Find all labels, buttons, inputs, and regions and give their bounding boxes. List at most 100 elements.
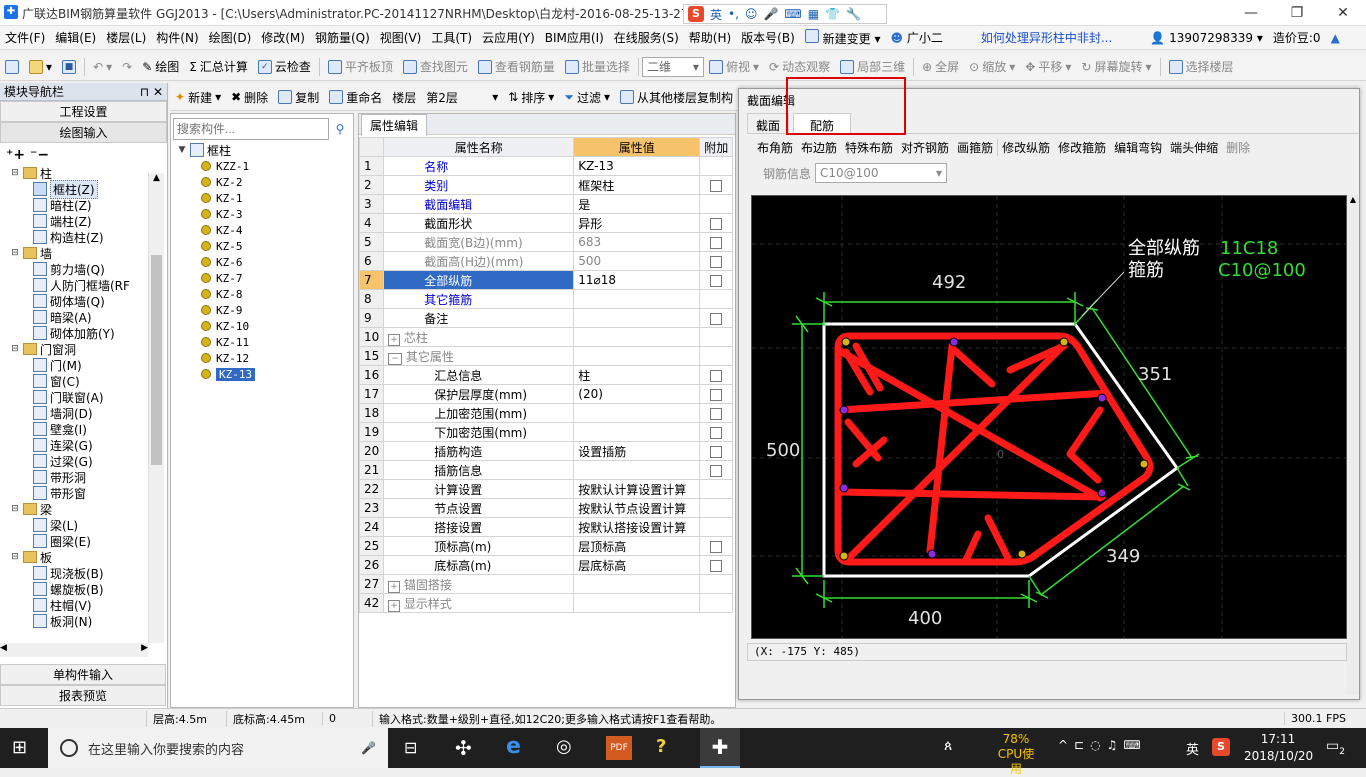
task-view-icon[interactable]: ⊟: [404, 738, 417, 757]
drawing-input-button[interactable]: 绘图输入: [0, 122, 167, 143]
sort-button[interactable]: ⇅ 排序 ▾: [503, 89, 559, 106]
menu-file[interactable]: 文件(F): [0, 29, 50, 46]
section-drawing[interactable]: 0 492 351 500 349 400 全部纵筋 11C18 箍筋 C10@…: [752, 196, 1347, 639]
property-row[interactable]: 2 类别 框架柱: [358, 175, 734, 195]
longitudinal-bar[interactable]: [839, 405, 849, 415]
nav-tree-item[interactable]: ⊟ 梁: [4, 501, 146, 517]
property-row[interactable]: 1 名称 KZ-13: [358, 156, 734, 176]
ime-lang[interactable]: 英: [710, 6, 722, 23]
nav-tree-item[interactable]: 梁(L): [4, 517, 146, 533]
nav-tree-item[interactable]: ⊟ 门窗洞: [4, 341, 146, 357]
nav-tree-item[interactable]: 板洞(N): [4, 613, 146, 629]
section-tool-button[interactable]: 布边筋: [797, 139, 841, 156]
nav-tree-item[interactable]: 端柱(Z): [4, 213, 146, 229]
view-mode-select[interactable]: 二维 ▾: [641, 56, 704, 77]
nav-tree-item[interactable]: 圈梁(E): [4, 533, 146, 549]
section-scrollbar[interactable]: ▲: [1347, 195, 1359, 695]
component-item[interactable]: KZ-11: [201, 334, 353, 350]
notification-icon[interactable]: ▭2: [1326, 738, 1345, 757]
rotate-button[interactable]: ↻ 屏幕旋转 ▾: [1076, 58, 1156, 75]
fan-app-icon[interactable]: ✣: [455, 736, 472, 760]
mic-icon[interactable]: 🎤: [763, 7, 778, 21]
longitudinal-bar[interactable]: [927, 549, 937, 559]
ime-toolbar[interactable]: S 英 •, ☺ 🎤 ⌨ ▦ 👕 🔧: [683, 4, 887, 24]
help-app-icon[interactable]: ?: [656, 736, 666, 757]
taskbar-mic-icon[interactable]: 🎤: [361, 741, 376, 755]
component-root[interactable]: ▼ 框柱: [171, 142, 353, 158]
collapse-all-icon[interactable]: ⁻−: [30, 147, 49, 163]
extra-checkbox[interactable]: [710, 388, 723, 401]
extra-checkbox[interactable]: [710, 369, 723, 382]
search-icon[interactable]: ⚲: [329, 118, 351, 140]
property-row[interactable]: 27 + 锚固搭接: [358, 574, 734, 594]
nav-tree-item[interactable]: 墙洞(D): [4, 405, 146, 421]
toolbar-expand-icon[interactable]: ▲: [1326, 31, 1345, 45]
nav-tree-item[interactable]: 暗柱(Z): [4, 197, 146, 213]
extra-checkbox[interactable]: [710, 445, 723, 458]
nav-tree-item[interactable]: 壁龛(I): [4, 421, 146, 437]
collapse-icon[interactable]: ⊟: [10, 168, 20, 178]
rename-button[interactable]: 重命名: [324, 89, 387, 106]
component-item[interactable]: KZ-9: [201, 302, 353, 318]
nav-tree-item[interactable]: 人防门框墙(RF: [4, 277, 146, 293]
property-row[interactable]: 19 下加密范围(mm): [358, 422, 734, 442]
floor-select[interactable]: 第2层 ▾: [421, 87, 503, 107]
component-item[interactable]: KZ-12: [201, 350, 353, 366]
section-tool-button[interactable]: 删除: [1222, 139, 1254, 156]
nav-tree-item[interactable]: 砌体加筋(Y): [4, 325, 146, 341]
property-row[interactable]: 26 底标高(m) 层底标高: [358, 555, 734, 575]
section-canvas[interactable]: 0 492 351 500 349 400 全部纵筋 11C18 箍筋 C10@…: [751, 195, 1347, 639]
pdf-app-icon[interactable]: PDF: [606, 736, 632, 760]
nav-tree-item[interactable]: 带形洞: [4, 469, 146, 485]
property-row[interactable]: 22 计算设置 按默认计算设置计算: [358, 479, 734, 499]
nav-hscrollbar[interactable]: ◀ ▶: [0, 643, 148, 657]
find-element-button[interactable]: 查找图元: [398, 58, 473, 75]
menu-edit[interactable]: 编辑(E): [50, 29, 101, 46]
fullscreen-button[interactable]: ⊕ 全屏: [917, 58, 964, 75]
help-link[interactable]: 如何处理异形柱中非封...: [976, 29, 1117, 46]
component-item[interactable]: KZ-8: [201, 286, 353, 302]
collapse-icon[interactable]: ⊟: [10, 504, 20, 514]
menu-help[interactable]: 帮助(H): [684, 29, 736, 46]
section-tool-button[interactable]: 修改箍筋: [1054, 139, 1110, 156]
property-row[interactable]: 20 插筋构造 设置插筋: [358, 441, 734, 461]
menu-floor[interactable]: 楼层(L): [101, 29, 151, 46]
nav-tree-item[interactable]: 连梁(G): [4, 437, 146, 453]
extra-checkbox[interactable]: [710, 312, 723, 325]
single-component-button[interactable]: 单构件输入: [0, 664, 166, 685]
menu-view[interactable]: 视图(V): [375, 29, 427, 46]
extra-checkbox[interactable]: [710, 559, 723, 572]
tray-lang[interactable]: 英: [1186, 739, 1199, 758]
rebar-info-select[interactable]: C10@100 ▾: [815, 163, 948, 183]
shirt-icon[interactable]: 👕: [825, 7, 840, 21]
smile-icon[interactable]: ☺: [745, 7, 758, 21]
expand-collapse-all[interactable]: ⁺+ ⁻−: [0, 143, 167, 165]
property-row[interactable]: 8 其它箍筋: [358, 289, 734, 309]
extra-checkbox[interactable]: [710, 407, 723, 420]
grid-icon[interactable]: ▦: [808, 7, 819, 21]
extra-checkbox[interactable]: [710, 274, 723, 287]
local-3d-button[interactable]: 局部三维: [835, 58, 910, 75]
section-tool-button[interactable]: 布角筋: [753, 139, 797, 156]
keyboard-icon[interactable]: ⌨: [784, 7, 801, 21]
flat-top-button[interactable]: 平齐板顶: [323, 58, 398, 75]
tab-property-edit[interactable]: 属性编辑: [361, 114, 428, 136]
app-swirl-icon[interactable]: ◎: [556, 736, 572, 757]
sogou-tray-icon[interactable]: S: [1212, 738, 1230, 756]
longitudinal-bar[interactable]: [949, 337, 959, 347]
project-settings-button[interactable]: 工程设置: [0, 101, 167, 122]
property-row[interactable]: 18 上加密范围(mm): [358, 403, 734, 423]
property-row[interactable]: 9 备注: [358, 308, 734, 328]
collapse-icon[interactable]: ▼: [177, 145, 187, 155]
nav-scrollbar[interactable]: ▲: [148, 173, 164, 643]
nav-tree-item[interactable]: 框柱(Z): [4, 179, 146, 199]
component-item[interactable]: KZ-7: [201, 270, 353, 286]
punct-icon[interactable]: •,: [728, 7, 739, 21]
extra-checkbox[interactable]: [710, 464, 723, 477]
draw-button[interactable]: ✎ 绘图: [137, 58, 184, 75]
minimize-button[interactable]: —: [1228, 0, 1274, 26]
longitudinal-bar[interactable]: [1097, 488, 1107, 498]
component-item[interactable]: KZ-10: [201, 318, 353, 334]
component-item[interactable]: KZ-5: [201, 238, 353, 254]
user-account[interactable]: 👤 13907298339 ▾: [1145, 31, 1268, 45]
